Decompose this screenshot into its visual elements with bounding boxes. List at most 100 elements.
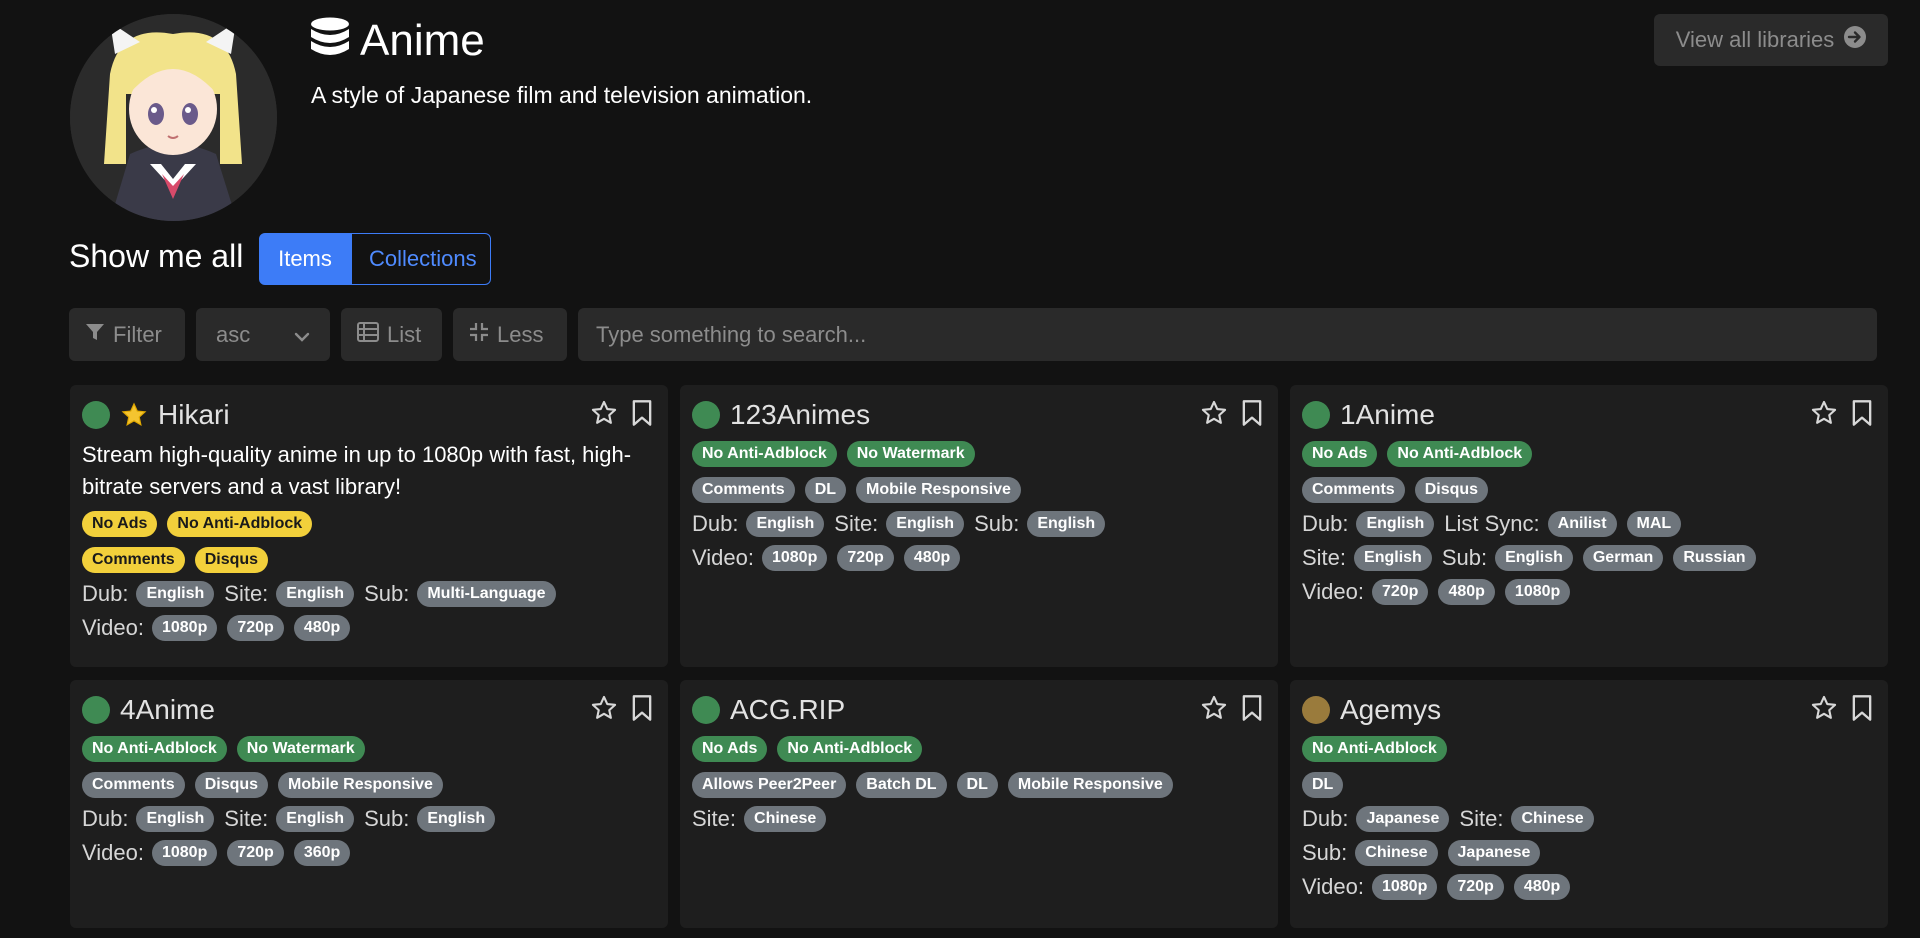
view-all-libraries-label: View all libraries <box>1675 27 1835 52</box>
info-label: Video: <box>692 545 754 570</box>
card-title[interactable]: 4Anime <box>120 694 215 726</box>
star-icon[interactable] <box>1200 694 1228 727</box>
show-me-all-label: Show me all <box>69 238 244 274</box>
extra-badge: Batch DL <box>856 772 947 798</box>
extra-badge: DL <box>804 477 847 503</box>
feature-badge: No Anti-Adblock <box>167 511 313 537</box>
star-icon[interactable] <box>1200 399 1228 432</box>
feature-badge: No Anti-Adblock <box>692 441 837 467</box>
info-badge: 480p <box>1438 579 1495 605</box>
status-indicator <box>1302 696 1330 724</box>
info-row: Video: 1080p 720p 480p <box>82 613 656 643</box>
view-all-libraries-button[interactable]: View all libraries <box>1654 14 1888 66</box>
extra-tags: Comments Disqus <box>1302 475 1876 505</box>
info-badge: Chinese <box>1511 806 1594 832</box>
info-badge: English <box>886 511 965 537</box>
info-label: Sub: <box>1302 840 1348 865</box>
view-mode-toggle: Items Collections <box>259 233 491 285</box>
info-badge: Japanese <box>1356 806 1450 832</box>
star-icon[interactable] <box>590 399 618 432</box>
filter-button[interactable]: Filter <box>69 308 185 361</box>
extra-tags: Comments Disqus <box>82 545 656 575</box>
feature-badge: No Ads <box>692 736 768 762</box>
star-icon[interactable] <box>1810 694 1838 727</box>
site-card[interactable]: Hikari Stream high-quality anime in up to… <box>70 385 668 667</box>
less-button[interactable]: Less <box>453 308 567 361</box>
feature-badge: No Anti-Adblock <box>777 736 923 762</box>
bookmark-icon[interactable] <box>1240 694 1264 727</box>
info-label: Dub: <box>82 581 129 606</box>
info-badge: English <box>1495 545 1573 571</box>
search-input[interactable] <box>578 308 1877 361</box>
info-label: List Sync: <box>1444 511 1540 536</box>
info-row: Site: Chinese <box>692 804 1266 834</box>
info-group: Site: Chinese <box>692 806 827 832</box>
site-card[interactable]: 123Animes No Anti-Adblock No Watermark Comm… <box>680 385 1278 667</box>
info-badge: English <box>136 806 215 832</box>
less-label: Less <box>497 321 544 347</box>
extra-badge: DL <box>1302 772 1344 798</box>
sort-select[interactable]: asc <box>196 308 330 361</box>
site-card[interactable]: 4Anime No Anti-Adblock No Watermark Comment… <box>70 680 668 928</box>
status-indicator <box>1302 401 1330 429</box>
info-badge: English <box>1354 545 1432 571</box>
info-group: Site: English <box>1302 545 1432 571</box>
info-label: Video: <box>1302 874 1364 899</box>
bookmark-icon[interactable] <box>1850 399 1874 432</box>
info-badge: 1080p <box>151 615 218 641</box>
info-label: Sub: <box>364 806 410 831</box>
info-group: Video: 1080p 720p 480p <box>692 545 961 571</box>
info-row: Dub: English List Sync: Anilist MAL <box>1302 509 1876 539</box>
bookmark-icon[interactable] <box>1240 399 1264 432</box>
feature-badge: No Anti-Adblock <box>82 736 227 762</box>
status-indicator <box>692 696 720 724</box>
bookmark-icon[interactable] <box>630 694 654 727</box>
info-row: Video: 720p 480p 1080p <box>1302 577 1876 607</box>
list-icon <box>357 321 379 348</box>
card-title[interactable]: ACG.RIP <box>730 694 845 726</box>
info-group: Dub: English <box>82 581 215 607</box>
extra-tags: Allows Peer2Peer Batch DL DL Mobile Respons… <box>692 770 1266 800</box>
feature-tags: No Anti-Adblock No Watermark <box>692 439 1266 469</box>
info-label: Site: <box>834 511 879 536</box>
arrow-right-circle-icon <box>1844 26 1867 54</box>
feature-badge: No Anti-Adblock <box>1302 736 1447 762</box>
extra-badge: Comments <box>692 477 795 503</box>
site-card[interactable]: 1Anime No Ads No Anti-Adblock Comments Disqu… <box>1290 385 1888 667</box>
list-view-button[interactable]: List <box>341 308 442 361</box>
info-badge: Chinese <box>744 806 827 832</box>
items-tab[interactable]: Items <box>259 233 351 285</box>
star-icon[interactable] <box>1810 399 1838 432</box>
info-badge: 1080p <box>1504 579 1571 605</box>
card-title[interactable]: 123Animes <box>730 399 870 431</box>
site-card[interactable]: Agemys No Anti-Adblock DL Dub: Japanese Site:… <box>1290 680 1888 928</box>
info-group: Site: Chinese <box>1459 806 1594 832</box>
info-group: Dub: Japanese <box>1302 806 1450 832</box>
card-title[interactable]: 1Anime <box>1340 399 1435 431</box>
site-card[interactable]: ACG.RIP No Ads No Anti-Adblock Allows Peer2… <box>680 680 1278 928</box>
extra-badge: Disqus <box>194 547 269 573</box>
filter-icon <box>85 322 105 348</box>
card-title[interactable]: Hikari <box>158 399 230 431</box>
card-title[interactable]: Agemys <box>1340 694 1441 726</box>
info-group: Dub: English <box>82 806 215 832</box>
info-badge: English <box>276 581 355 607</box>
database-icon <box>310 17 350 66</box>
extra-badge: Comments <box>82 547 185 573</box>
card-header: 1Anime <box>1302 397 1876 433</box>
info-badge: 1080p <box>1371 874 1438 900</box>
info-row: Video: 1080p 720p 480p <box>1302 872 1876 902</box>
star-icon[interactable] <box>590 694 618 727</box>
info-badge: English <box>136 581 215 607</box>
info-group: Sub: English <box>364 806 496 832</box>
info-group: Dub: English <box>1302 511 1435 537</box>
info-badge: 480p <box>903 545 961 571</box>
info-label: Site: <box>224 806 269 831</box>
bookmark-icon[interactable] <box>630 399 654 432</box>
info-label: Site: <box>1302 545 1347 570</box>
extra-tags: DL <box>1302 770 1876 800</box>
info-badge: MAL <box>1626 511 1682 537</box>
bookmark-icon[interactable] <box>1850 694 1874 727</box>
compress-icon <box>469 322 489 348</box>
collections-tab[interactable]: Collections <box>351 233 491 285</box>
